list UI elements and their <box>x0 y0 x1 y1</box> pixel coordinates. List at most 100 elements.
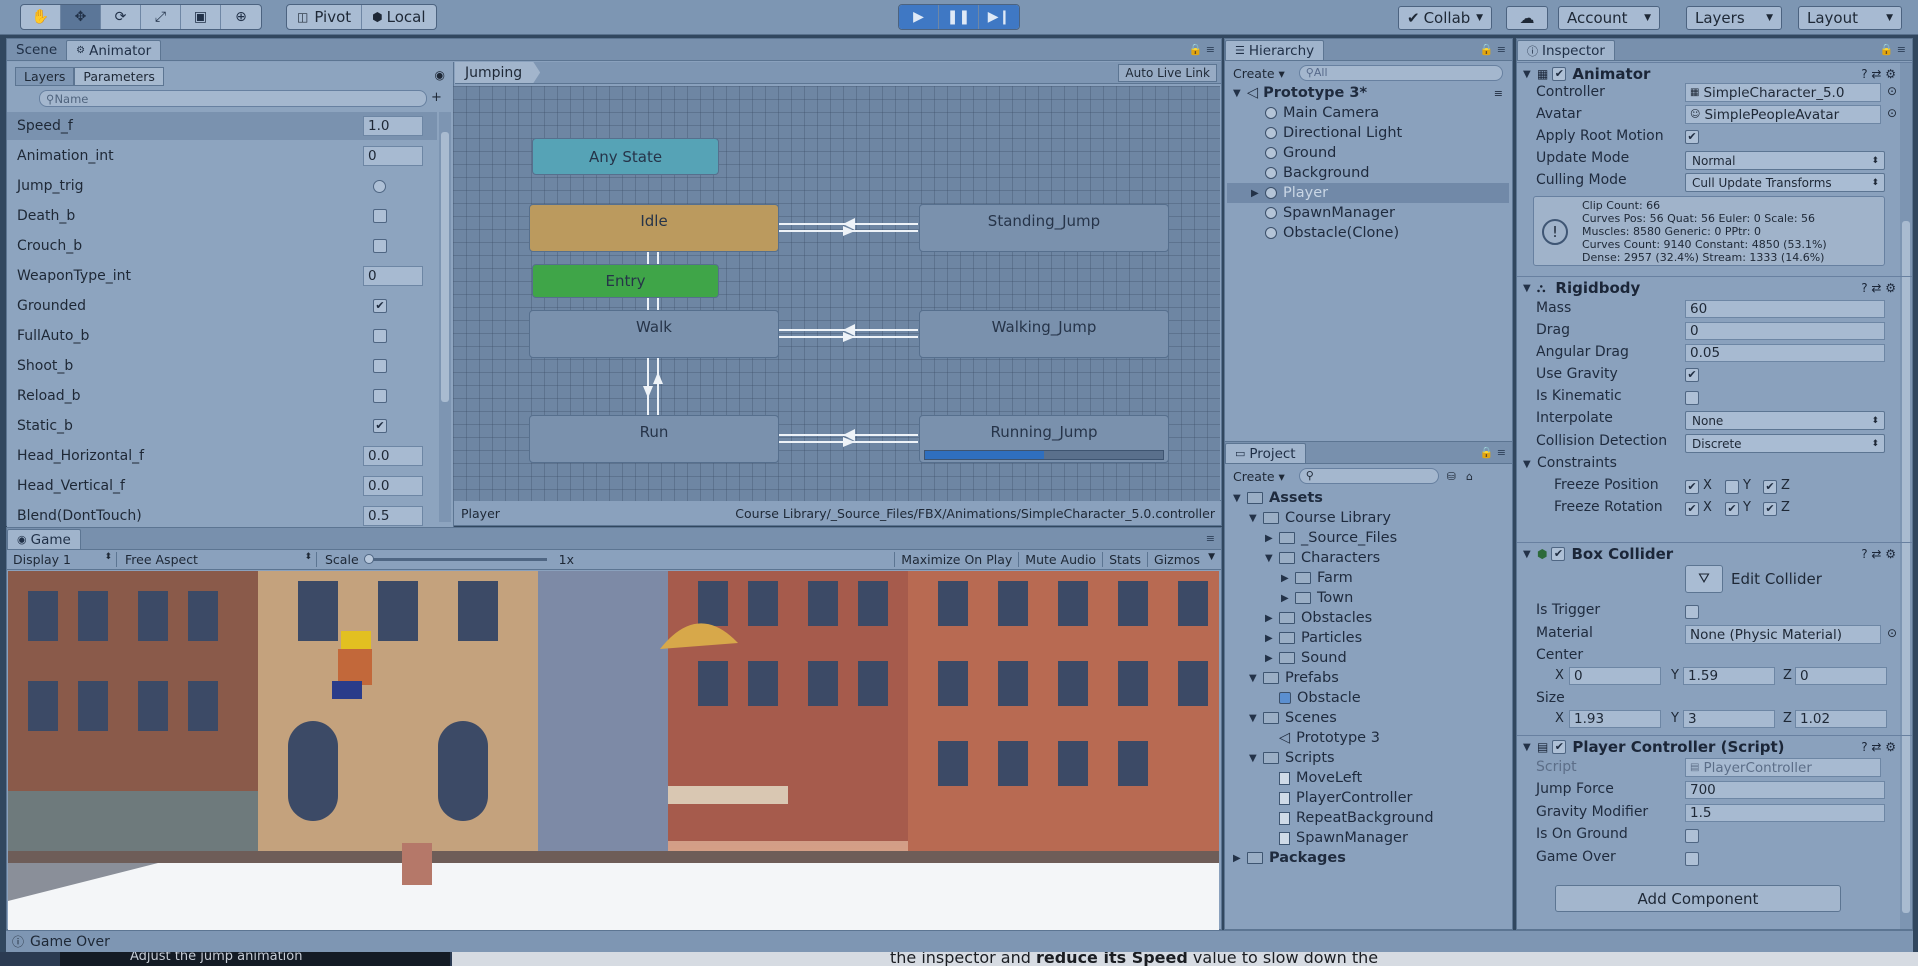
expand-arrow-icon[interactable]: ▼ <box>1233 493 1247 504</box>
is-trigger-checkbox[interactable] <box>1685 605 1699 619</box>
component-settings-icon[interactable]: ? ⇄ ⚙ <box>1861 740 1896 754</box>
parameter-row[interactable]: FullAuto_b <box>7 322 437 350</box>
game-viewport[interactable] <box>8 571 1219 931</box>
project-item[interactable]: ◁ Prototype 3 <box>1265 728 1380 748</box>
parameter-value-input[interactable]: 0.5 <box>363 506 423 526</box>
parameter-row[interactable]: Animation_int 0 <box>7 142 437 170</box>
interpolate-select[interactable]: None ⬍ <box>1685 411 1885 430</box>
parameter-checkbox[interactable] <box>373 239 387 253</box>
center-z-input[interactable]: 0 <box>1795 667 1887 685</box>
controller-field[interactable]: ▦ SimpleCharacter_5.0 <box>1685 83 1881 102</box>
state-walking-jump[interactable]: Walking_Jump <box>919 310 1169 358</box>
gizmos-dropdown[interactable]: Gizmos ▼ <box>1147 552 1221 567</box>
parameter-value-input[interactable]: 0 <box>363 266 423 286</box>
parameter-row[interactable]: Blend(DontTouch) 0.5 <box>7 502 437 530</box>
player-controller-component-header[interactable]: ▼ ▤ ✔ Player Controller (Script) ? ⇄ ⚙ <box>1517 735 1912 758</box>
state-idle[interactable]: Idle <box>529 204 779 252</box>
parameter-row[interactable]: Static_b ✔ <box>7 412 437 440</box>
filter-type-icon[interactable]: ⛁ <box>1447 470 1456 483</box>
layers-dropdown[interactable]: Layers ▼ <box>1686 6 1782 30</box>
expand-arrow-icon[interactable]: ▶ <box>1265 613 1279 624</box>
create-dropdown[interactable]: Create ▾ <box>1227 66 1291 81</box>
size-x-input[interactable]: 1.93 <box>1569 710 1661 728</box>
fold-arrow-icon[interactable]: ▼ <box>1523 549 1537 560</box>
play-icon[interactable]: ▶ <box>899 5 939 29</box>
project-item[interactable]: ▶ Packages <box>1233 848 1346 868</box>
object-picker-icon[interactable]: ⊙ <box>1887 626 1897 640</box>
hierarchy-item[interactable]: Ground <box>1251 143 1509 163</box>
jump-force-input[interactable]: 700 <box>1685 781 1885 799</box>
animator-enabled-checkbox[interactable]: ✔ <box>1552 67 1567 81</box>
object-picker-icon[interactable]: ⊙ <box>1887 106 1897 120</box>
rect-tool-icon[interactable]: ▣ <box>181 5 221 29</box>
material-field[interactable]: None (Physic Material) <box>1685 625 1881 644</box>
parameter-row[interactable]: Reload_b <box>7 382 437 410</box>
maximize-on-play-toggle[interactable]: Maximize On Play <box>894 552 1018 567</box>
parameter-checkbox[interactable]: ✔ <box>373 419 387 433</box>
hand-tool-icon[interactable]: ✋ <box>21 5 61 29</box>
filter-label-icon[interactable]: ⌂ <box>1466 470 1473 483</box>
slider-thumb[interactable] <box>363 554 374 564</box>
project-item[interactable]: PlayerController <box>1265 788 1412 808</box>
state-running-jump[interactable]: Running_Jump <box>919 415 1169 463</box>
parameter-row[interactable]: Head_Vertical_f 0.0 <box>7 472 437 500</box>
status-bar[interactable]: ⓘ Game Over <box>6 930 1913 952</box>
fold-arrow-icon[interactable]: ▼ <box>1523 742 1537 753</box>
state-run[interactable]: Run <box>529 415 779 463</box>
expand-arrow-icon[interactable]: ▶ <box>1281 593 1295 604</box>
component-settings-icon[interactable]: ? ⇄ ⚙ <box>1861 547 1896 561</box>
project-item[interactable]: MoveLeft <box>1265 768 1362 788</box>
hierarchy-search-input[interactable]: ⚲All <box>1298 65 1503 81</box>
hierarchy-item[interactable]: ▶ Player <box>1227 183 1509 203</box>
tab-inspector[interactable]: ⓘ Inspector <box>1517 40 1615 60</box>
parameter-row[interactable]: Speed_f 1.0 <box>7 112 437 140</box>
state-machine-graph[interactable]: Any State Idle Entry Walk Run Standing_J… <box>453 86 1220 501</box>
expand-arrow-icon[interactable]: ▶ <box>1281 573 1295 584</box>
freeze-rotation-y-checkbox[interactable]: ✔ <box>1725 502 1739 516</box>
angular-drag-input[interactable]: 0.05 <box>1685 344 1885 362</box>
constraints-label[interactable]: ▼ Constraints <box>1523 455 1617 471</box>
state-standing-jump[interactable]: Standing_Jump <box>919 204 1169 252</box>
mass-input[interactable]: 60 <box>1685 300 1885 318</box>
display-select[interactable]: Display 1 ⬍ <box>7 552 117 567</box>
expand-arrow-icon[interactable]: ▼ <box>1249 513 1263 524</box>
expand-arrow-icon[interactable]: ▼ <box>1249 753 1263 764</box>
parameter-row[interactable]: Jump_trig <box>7 172 437 200</box>
rigidbody-component-header[interactable]: ▼ ⛬ Rigidbody ? ⇄ ⚙ <box>1517 276 1912 299</box>
scrollbar-thumb[interactable] <box>1902 221 1910 913</box>
is-kinematic-checkbox[interactable] <box>1685 391 1699 405</box>
layout-dropdown[interactable]: Layout ▼ <box>1798 6 1902 30</box>
inspector-scrollbar[interactable] <box>1900 63 1912 929</box>
parameter-checkbox[interactable]: ✔ <box>373 299 387 313</box>
parameter-value-input[interactable]: 0.0 <box>363 476 423 496</box>
scale-slider[interactable] <box>363 554 547 564</box>
project-item[interactable]: ▼ Assets <box>1233 488 1323 508</box>
component-settings-icon[interactable]: ? ⇄ ⚙ <box>1861 67 1896 81</box>
expand-arrow-icon[interactable]: ▶ <box>1265 633 1279 644</box>
create-dropdown[interactable]: Create ▾ <box>1227 469 1291 484</box>
state-entry[interactable]: Entry <box>532 264 719 298</box>
expand-arrow-icon[interactable]: ▼ <box>1249 713 1263 724</box>
parameter-value-input[interactable]: 1.0 <box>363 116 423 136</box>
parameter-scrollbar[interactable] <box>439 112 451 522</box>
freeze-position-x-checkbox[interactable]: ✔ <box>1685 480 1699 494</box>
collision-detection-select[interactable]: Discrete ⬍ <box>1685 434 1885 453</box>
parameter-value-input[interactable]: 0 <box>363 146 423 166</box>
panel-menu-icon[interactable]: 🔒 ≡ <box>1480 43 1506 56</box>
expand-arrow-icon[interactable]: ▶ <box>1233 853 1247 864</box>
fold-arrow-icon[interactable]: ▼ <box>1523 69 1537 80</box>
center-x-input[interactable]: 0 <box>1569 667 1661 685</box>
hierarchy-item[interactable]: Background <box>1251 163 1509 183</box>
project-item[interactable]: ▶ Sound <box>1265 648 1347 668</box>
freeze-position-y-checkbox[interactable] <box>1725 480 1739 494</box>
scene-root[interactable]: ▼ ◁ Prototype 3* ≡ <box>1233 83 1503 103</box>
stats-toggle[interactable]: Stats <box>1102 552 1147 567</box>
pause-icon[interactable]: ❚❚ <box>939 5 979 29</box>
hierarchy-item[interactable]: Main Camera <box>1251 103 1509 123</box>
project-item[interactable]: ▶ Particles <box>1265 628 1362 648</box>
parameter-search-input[interactable]: ⚲ Name <box>39 90 427 107</box>
transform-tool-icon[interactable]: ⊕ <box>221 5 261 29</box>
player-controller-enabled-checkbox[interactable]: ✔ <box>1552 740 1567 754</box>
object-picker-icon[interactable]: ⊙ <box>1887 84 1897 98</box>
tab-game[interactable]: ◉ Game <box>7 529 81 549</box>
